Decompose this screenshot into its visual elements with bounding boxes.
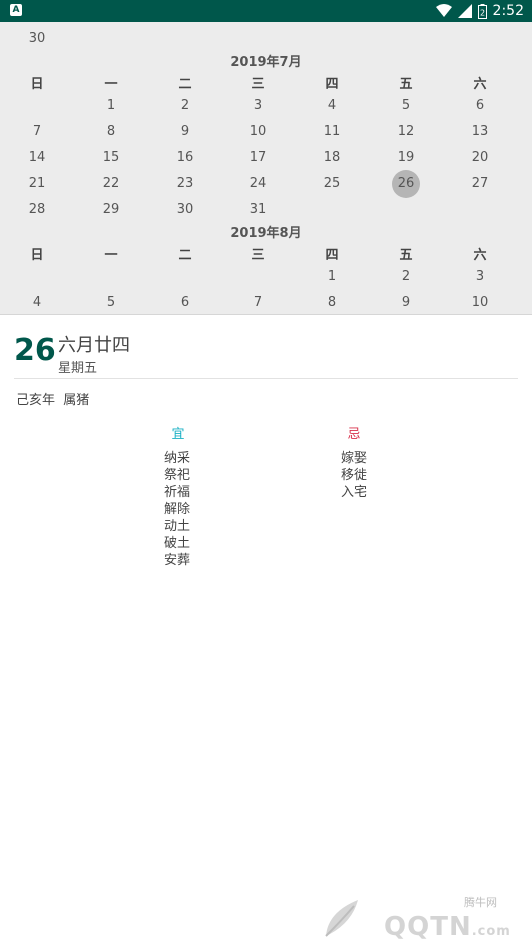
- calendar-day-july[interactable]: 30: [155, 202, 215, 217]
- calendar-day-august[interactable]: 9: [376, 295, 436, 310]
- ganzhi-zodiac-info: 己亥年 属猪: [16, 393, 90, 408]
- status-time: 2:52: [492, 3, 524, 19]
- calendar-day-august[interactable]: 4: [7, 295, 67, 310]
- watermark-site-name: 腾牛网: [464, 896, 497, 909]
- calendar-day-july[interactable]: 12: [376, 124, 436, 139]
- calendar-day-july[interactable]: 7: [7, 124, 67, 139]
- weekday-header: 六: [473, 77, 487, 92]
- calendar-day-july[interactable]: 25: [302, 176, 362, 191]
- weekday-header: 四: [325, 248, 339, 263]
- calendar-day-august[interactable]: 3: [450, 269, 510, 284]
- calendar-day-august[interactable]: 10: [450, 295, 510, 310]
- yi-item: 安葬: [164, 553, 191, 568]
- month-title-august: 2019年8月: [230, 226, 302, 241]
- weekday-header: 四: [325, 77, 339, 92]
- cell-signal-icon: [457, 4, 472, 18]
- yi-item: 纳采: [164, 451, 191, 466]
- weekday-header: 日: [30, 248, 44, 263]
- weekday-header: 一: [104, 248, 118, 263]
- calendar-day-july[interactable]: 15: [81, 150, 141, 165]
- calendar-day-july[interactable]: 22: [81, 176, 141, 191]
- calendar-day-july[interactable]: 9: [155, 124, 215, 139]
- calendar-day-july[interactable]: 6: [450, 98, 510, 113]
- month-title-july: 2019年7月: [230, 55, 302, 70]
- battery-level: 2: [480, 8, 485, 17]
- weekday-header: 三: [251, 77, 265, 92]
- weekday-header: 五: [399, 77, 413, 92]
- calendar-day-july[interactable]: 10: [228, 124, 288, 139]
- yi-item: 祭祀: [164, 468, 191, 483]
- calendar-day-july[interactable]: 21: [7, 176, 67, 191]
- calendar-day-august[interactable]: 1: [302, 269, 362, 284]
- calendar-day-july[interactable]: 11: [302, 124, 362, 139]
- calendar-day-july[interactable]: 31: [228, 202, 288, 217]
- calendar-day-august[interactable]: 7: [228, 295, 288, 310]
- calendar-day-july[interactable]: 19: [376, 150, 436, 165]
- calendar-day-july[interactable]: 4: [302, 98, 362, 113]
- calendar-day-july[interactable]: 18: [302, 150, 362, 165]
- calendar-day-prev-month[interactable]: 30: [7, 31, 67, 46]
- calendar-day-july[interactable]: 8: [81, 124, 141, 139]
- calendar-day-july[interactable]: 14: [7, 150, 67, 165]
- ji-item: 入宅: [341, 485, 368, 500]
- calendar-day-july[interactable]: 23: [155, 176, 215, 191]
- yi-list: 纳采 祭祀 祈福 解除 动土 破土 安葬: [164, 450, 190, 569]
- status-right-group: 2 2:52: [435, 0, 524, 22]
- calendar-day-july[interactable]: 24: [228, 176, 288, 191]
- yi-item: 祈福: [164, 485, 191, 500]
- watermark-logo: QQTN.com 腾牛网: [314, 892, 524, 942]
- weekday-header: 日: [30, 77, 44, 92]
- status-bar: A 2 2:52: [0, 0, 532, 22]
- calendar-day-july[interactable]: 1: [81, 98, 141, 113]
- selected-day-number: 26: [14, 333, 56, 368]
- calendar-day-july[interactable]: 27: [450, 176, 510, 191]
- weekday-label: 星期五: [58, 361, 98, 376]
- leaf-logo-icon: [325, 900, 358, 937]
- calendar-day-july[interactable]: 5: [376, 98, 436, 113]
- yi-heading: 宜: [171, 427, 185, 442]
- calendar-day-july[interactable]: 16: [155, 150, 215, 165]
- calendar-day-august[interactable]: 8: [302, 295, 362, 310]
- ji-item: 移徙: [341, 468, 368, 483]
- yi-item: 破土: [164, 536, 191, 551]
- weekday-header: 二: [178, 248, 192, 263]
- weekday-header: 一: [104, 77, 118, 92]
- yi-item: 解除: [164, 502, 191, 517]
- calendar-day-july[interactable]: 20: [450, 150, 510, 165]
- calendar-day-august[interactable]: 5: [81, 295, 141, 310]
- watermark-text: QQTN.com: [384, 912, 511, 942]
- calendar-day-july[interactable]: 17: [228, 150, 288, 165]
- calendar-day-august[interactable]: 6: [155, 295, 215, 310]
- wifi-icon: [435, 4, 452, 17]
- calendar-day-july[interactable]: 26: [376, 176, 436, 191]
- weekday-header: 六: [473, 248, 487, 263]
- weekday-header: 三: [251, 248, 265, 263]
- ji-heading: 忌: [347, 427, 361, 442]
- detail-divider: [14, 378, 518, 379]
- weekday-header: 二: [178, 77, 192, 92]
- battery-icon: 2: [477, 3, 487, 19]
- ji-item: 嫁娶: [341, 451, 368, 466]
- lunar-date: 六月廿四: [58, 335, 130, 356]
- calendar-day-july[interactable]: 29: [81, 202, 141, 217]
- month-calendar[interactable]: 2019年7月 2019年8月 30 日一二三四五六 1 2 3 4 5 6 7 8 9 10 11 12…: [0, 22, 532, 315]
- calendar-day-july[interactable]: 2: [155, 98, 215, 113]
- calendar-day-august[interactable]: 2: [376, 269, 436, 284]
- calendar-day-july[interactable]: 3: [228, 98, 288, 113]
- weekday-header: 五: [399, 248, 413, 263]
- calendar-day-july[interactable]: 28: [7, 202, 67, 217]
- app-notification-icon: A: [10, 4, 22, 16]
- calendar-day-july[interactable]: 13: [450, 124, 510, 139]
- yi-item: 动土: [164, 519, 191, 534]
- ji-list: 嫁娶 移徙 入宅: [341, 450, 367, 501]
